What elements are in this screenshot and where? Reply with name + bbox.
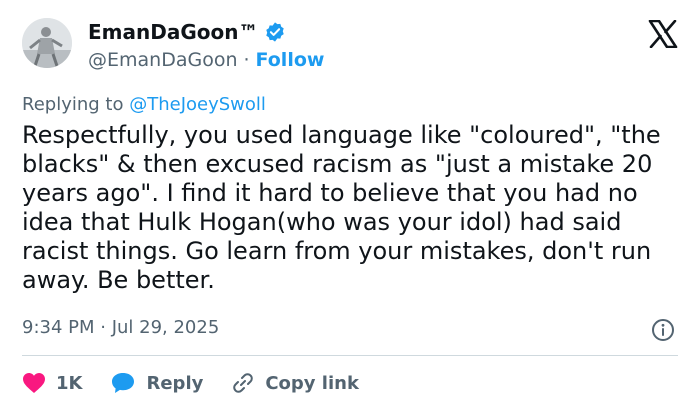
action-bar: 1K Reply Copy link xyxy=(22,368,387,398)
reply-button[interactable]: Reply xyxy=(110,371,203,395)
separator-dot: · xyxy=(243,49,250,71)
author-handle-row: @EmanDaGoon · Follow xyxy=(88,48,324,72)
reply-bubble-icon xyxy=(112,373,135,393)
tweet-text: Respectfully, you used language like "co… xyxy=(22,121,661,294)
verified-badge-icon xyxy=(266,22,285,42)
follow-button[interactable]: Follow xyxy=(256,49,325,71)
replying-to-label: Replying to xyxy=(22,94,124,115)
author-handle[interactable]: @EmanDaGoon xyxy=(88,49,238,71)
reply-label: Reply xyxy=(146,372,204,394)
avatar-image xyxy=(22,18,72,68)
reply-to-handle[interactable]: @TheJoeySwoll xyxy=(129,94,266,115)
like-count: 1K xyxy=(56,372,83,394)
divider xyxy=(22,355,678,356)
link-icon xyxy=(233,373,254,393)
info-icon[interactable] xyxy=(651,318,675,342)
tweet-card: EmanDaGoon™ @EmanDaGoon · Follow Replyin… xyxy=(0,0,700,410)
copy-link-button[interactable]: Copy link xyxy=(231,371,359,395)
author-name-row: EmanDaGoon™ xyxy=(88,18,286,46)
author-display-name[interactable]: EmanDaGoon™ xyxy=(88,20,258,44)
avatar[interactable] xyxy=(22,18,72,68)
replying-to-line: Replying to @TheJoeySwoll xyxy=(22,94,266,115)
copy-link-label: Copy link xyxy=(265,372,359,394)
like-button[interactable]: 1K xyxy=(22,372,82,394)
x-logo-icon[interactable] xyxy=(648,20,678,48)
heart-icon xyxy=(23,373,45,393)
tweet-timestamp[interactable]: 9:34 PM · Jul 29, 2025 xyxy=(22,317,219,338)
